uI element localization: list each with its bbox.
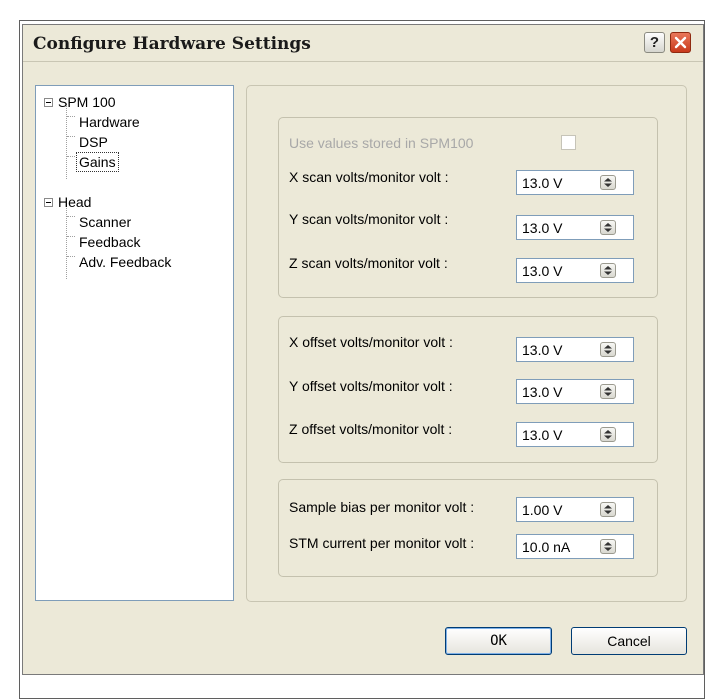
x-offset-value: 13.0 V	[522, 342, 563, 358]
x-scan-label: X scan volts/monitor volt :	[289, 169, 449, 185]
use-stored-values-checkbox[interactable]	[561, 135, 576, 150]
spin-arrows-icon[interactable]	[600, 220, 616, 235]
use-stored-values-label: Use values stored in SPM100	[289, 135, 474, 151]
sample-bias-value: 1.00 V	[522, 502, 563, 518]
stm-current-value: 10.0 nA	[522, 539, 571, 555]
spin-arrows-icon[interactable]	[600, 263, 616, 278]
tree-connector-line	[67, 156, 75, 157]
sample-bias-spinbox[interactable]: 1.00 V	[516, 497, 634, 522]
tree-item-head[interactable]: Head	[58, 193, 91, 211]
scan-gains-group: Use values stored in SPM100 X scan volts…	[278, 117, 658, 298]
screenshot-frame: Configure Hardware Settings ? SPM 100 Ha…	[19, 20, 705, 699]
tree-connector-line	[67, 256, 75, 257]
title-bar: Configure Hardware Settings ?	[23, 25, 703, 62]
z-offset-spinbox[interactable]: 13.0 V	[516, 422, 634, 447]
z-offset-value: 13.0 V	[522, 427, 563, 443]
help-button[interactable]: ?	[644, 32, 665, 53]
y-offset-label: Y offset volts/monitor volt :	[289, 378, 453, 394]
tree-item-scanner[interactable]: Scanner	[79, 213, 131, 231]
tree-item-feedback[interactable]: Feedback	[79, 233, 140, 251]
x-offset-spinbox[interactable]: 13.0 V	[516, 337, 634, 362]
offset-gains-group: X offset volts/monitor volt : 13.0 V Y o…	[278, 316, 658, 463]
collapse-head-toggle[interactable]	[44, 198, 53, 207]
sample-bias-label: Sample bias per monitor volt :	[289, 499, 475, 515]
y-offset-value: 13.0 V	[522, 384, 563, 400]
gains-panel: Use values stored in SPM100 X scan volts…	[246, 85, 687, 602]
y-scan-value: 13.0 V	[522, 220, 563, 236]
tree-item-gains[interactable]: Gains	[76, 152, 119, 172]
ok-button[interactable]: OK	[445, 627, 552, 655]
tree-connector-line	[67, 216, 75, 217]
settings-tree[interactable]: SPM 100 Hardware DSP Gains Head Scanner …	[35, 85, 234, 601]
tree-item-adv-feedback[interactable]: Adv. Feedback	[79, 253, 171, 271]
bias-current-group: Sample bias per monitor volt : 1.00 V ST…	[278, 479, 658, 577]
tree-item-dsp[interactable]: DSP	[79, 133, 108, 151]
x-offset-label: X offset volts/monitor volt :	[289, 334, 453, 350]
z-offset-label: Z offset volts/monitor volt :	[289, 421, 453, 437]
tree-connector-line	[67, 236, 75, 237]
tree-connector-line	[67, 116, 75, 117]
tree-item-hardware[interactable]: Hardware	[79, 113, 140, 131]
y-scan-label: Y scan volts/monitor volt :	[289, 211, 449, 227]
z-scan-value: 13.0 V	[522, 263, 563, 279]
configure-hardware-dialog: Configure Hardware Settings ? SPM 100 Ha…	[22, 24, 704, 675]
collapse-spm100-toggle[interactable]	[44, 98, 53, 107]
window-title: Configure Hardware Settings	[33, 34, 311, 54]
y-scan-spinbox[interactable]: 13.0 V	[516, 215, 634, 240]
spin-arrows-icon[interactable]	[600, 342, 616, 357]
close-button[interactable]	[670, 32, 691, 53]
stm-current-label: STM current per monitor volt :	[289, 535, 475, 551]
stm-current-spinbox[interactable]: 10.0 nA	[516, 534, 634, 559]
z-scan-spinbox[interactable]: 13.0 V	[516, 258, 634, 283]
spin-arrows-icon[interactable]	[600, 175, 616, 190]
spin-arrows-icon[interactable]	[600, 384, 616, 399]
z-scan-label: Z scan volts/monitor volt :	[289, 255, 448, 271]
spin-arrows-icon[interactable]	[600, 427, 616, 442]
spin-arrows-icon[interactable]	[600, 502, 616, 517]
cancel-button[interactable]: Cancel	[571, 627, 687, 655]
y-offset-spinbox[interactable]: 13.0 V	[516, 379, 634, 404]
x-scan-value: 13.0 V	[522, 175, 563, 191]
tree-item-spm100[interactable]: SPM 100	[58, 93, 116, 111]
close-icon	[674, 36, 687, 49]
tree-connector-line	[67, 136, 75, 137]
spin-arrows-icon[interactable]	[600, 539, 616, 554]
x-scan-spinbox[interactable]: 13.0 V	[516, 170, 634, 195]
